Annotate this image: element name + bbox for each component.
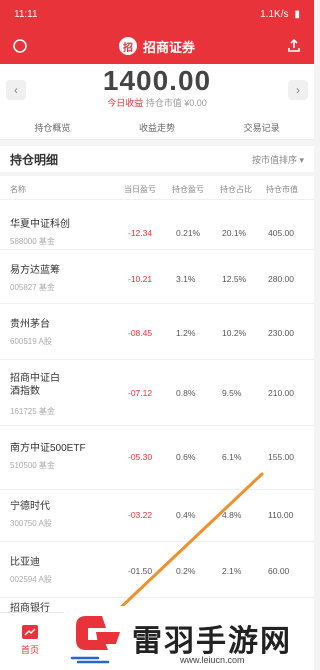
brand-logo-icon: 招 [118,37,137,55]
table-row[interactable]: 华夏中证科创 588000 基金 -12.34 0.21% 20.1% 405.… [0,200,314,250]
tab-overview[interactable]: 持仓概览 [34,121,70,134]
table-row[interactable]: 招商中证白酒指数 161725 基金 -07.12 0.8% 9.5% 210.… [0,360,314,426]
market-value-label: 持仓市值 ¥0.00 [145,98,207,108]
holding-name: 易方达蓝筹 [10,265,60,276]
holding-ratio: 9.5% [222,388,242,398]
holding-pnl: 0.2% [176,566,196,576]
site-watermark: 雷羽手游网 www.leiucn.com [64,606,314,670]
holding-ratio: 12.5% [222,274,247,284]
holding-code: 002594 A股 [10,575,52,584]
table-row[interactable]: 南方中证500ETF 510500 基金 -05.30 0.6% 6.1% 15… [0,426,314,490]
tab-trend[interactable]: 收益走势 [139,121,175,134]
table-row[interactable]: 宁德时代 300750 A股 -03.22 0.4% 4.8% 110.00 [0,490,314,542]
holding-code: 600519 A股 [10,337,52,346]
column-header: 名称 [10,185,26,194]
daily-pnl: -03.22 [128,510,153,520]
status-time: 11:11 [14,8,38,20]
table-row[interactable]: 比亚迪 002594 A股 -01.50 0.2% 2.1% 60.00 [0,542,314,598]
watermark-logo-icon [70,616,120,664]
total-amount: 1400.00 [102,65,212,96]
holding-pnl: 0.21% [176,228,201,238]
holding-value: 405.00 [268,228,294,238]
holdings-list: 华夏中证科创 588000 基金 -12.34 0.21% 20.1% 405.… [0,200,314,618]
holding-code: 510500 基金 [10,461,55,470]
column-header[interactable]: 持仓盈亏 [172,184,204,195]
holding-value: 60.00 [268,566,290,576]
holding-ratio: 20.1% [222,228,247,238]
watermark-text: 雷羽手游网 [132,624,292,659]
holding-pnl: 1.2% [176,328,196,338]
column-header[interactable]: 当日盈亏 [124,184,156,195]
next-arrow-icon[interactable]: › [288,80,308,100]
holding-name: 华夏中证科创 [10,219,70,230]
holding-pnl: 3.1% [176,274,196,284]
holding-pnl: 0.6% [176,452,196,462]
network-speed: 1.1K/s [260,8,289,20]
asset-summary: ‹ 1400.00 今日收益 持仓市值 ¥0.00 › [0,64,314,116]
holding-name: 招商中证白酒指数 [10,373,60,397]
holding-value: 155.00 [268,452,294,462]
holding-ratio: 2.1% [222,566,242,576]
holding-ratio: 10.2% [222,328,247,338]
share-icon[interactable] [284,36,304,56]
refresh-icon[interactable] [10,36,30,56]
holding-name: 比亚迪 [10,557,40,568]
daily-pnl: -08.45 [128,328,153,338]
holding-name: 南方中证500ETF [10,443,86,454]
prev-arrow-icon[interactable]: ‹ [6,80,26,100]
column-header[interactable]: 持仓占比 [220,184,252,195]
holding-ratio: 4.8% [222,510,242,520]
section-title: 持仓明细 [10,152,59,167]
table-row[interactable]: 贵州茅台 600519 A股 -08.45 1.2% 10.2% 230.00 [0,304,314,360]
holding-value: 280.00 [268,274,294,284]
holding-pnl: 0.8% [176,388,196,398]
tab-records[interactable]: 交易记录 [244,121,280,134]
holding-ratio: 6.1% [222,452,242,462]
chart-icon [22,625,38,639]
table-header: 名称 当日盈亏 持仓盈亏 持仓占比 持仓市值 [0,176,314,200]
battery-icon: ▮ [294,8,300,20]
holding-name: 宁德时代 [10,501,50,512]
daily-pnl: -12.34 [128,228,153,238]
header-title-text: 招商证券 [142,39,195,55]
sort-dropdown[interactable]: 按市值排序 ▾ [252,153,304,166]
holding-pnl: 0.4% [176,510,196,520]
daily-profit-label: 今日收益 [107,98,144,108]
app-header: 招 招商证券 [0,28,314,64]
holding-value: 110.00 [268,510,294,520]
header-title: 招 招商证券 [118,37,195,56]
tab-home[interactable]: 首页 [8,625,52,656]
holding-code: 588000 基金 [10,237,55,246]
holding-code: 161725 基金 [10,407,55,416]
daily-pnl: -10.21 [128,274,153,284]
tab-home-label: 首页 [20,645,39,655]
daily-pnl: -01.50 [128,566,153,576]
status-right: 1.1K/s ▮ [260,9,300,20]
holding-code: 005827 基金 [10,283,55,292]
section-header: 持仓明细 按市值排序 ▾ [0,146,314,172]
holding-name: 贵州茅台 [10,319,50,330]
daily-pnl: -07.12 [128,388,153,398]
table-row[interactable]: 易方达蓝筹 005827 基金 -10.21 3.1% 12.5% 280.00 [0,250,314,304]
sub-tabs: 持仓概览 收益走势 交易记录 [0,116,314,140]
watermark-url: www.leiucn.com [180,655,245,665]
status-bar: 11:11 1.1K/s ▮ [0,0,314,28]
holding-code: 300750 A股 [10,519,52,528]
holding-value: 210.00 [268,388,294,398]
daily-pnl: -05.30 [128,452,153,462]
asset-subtitle: 今日收益 持仓市值 ¥0.00 [0,96,314,109]
holding-value: 230.00 [268,328,294,338]
column-header[interactable]: 持仓市值 [266,184,298,195]
